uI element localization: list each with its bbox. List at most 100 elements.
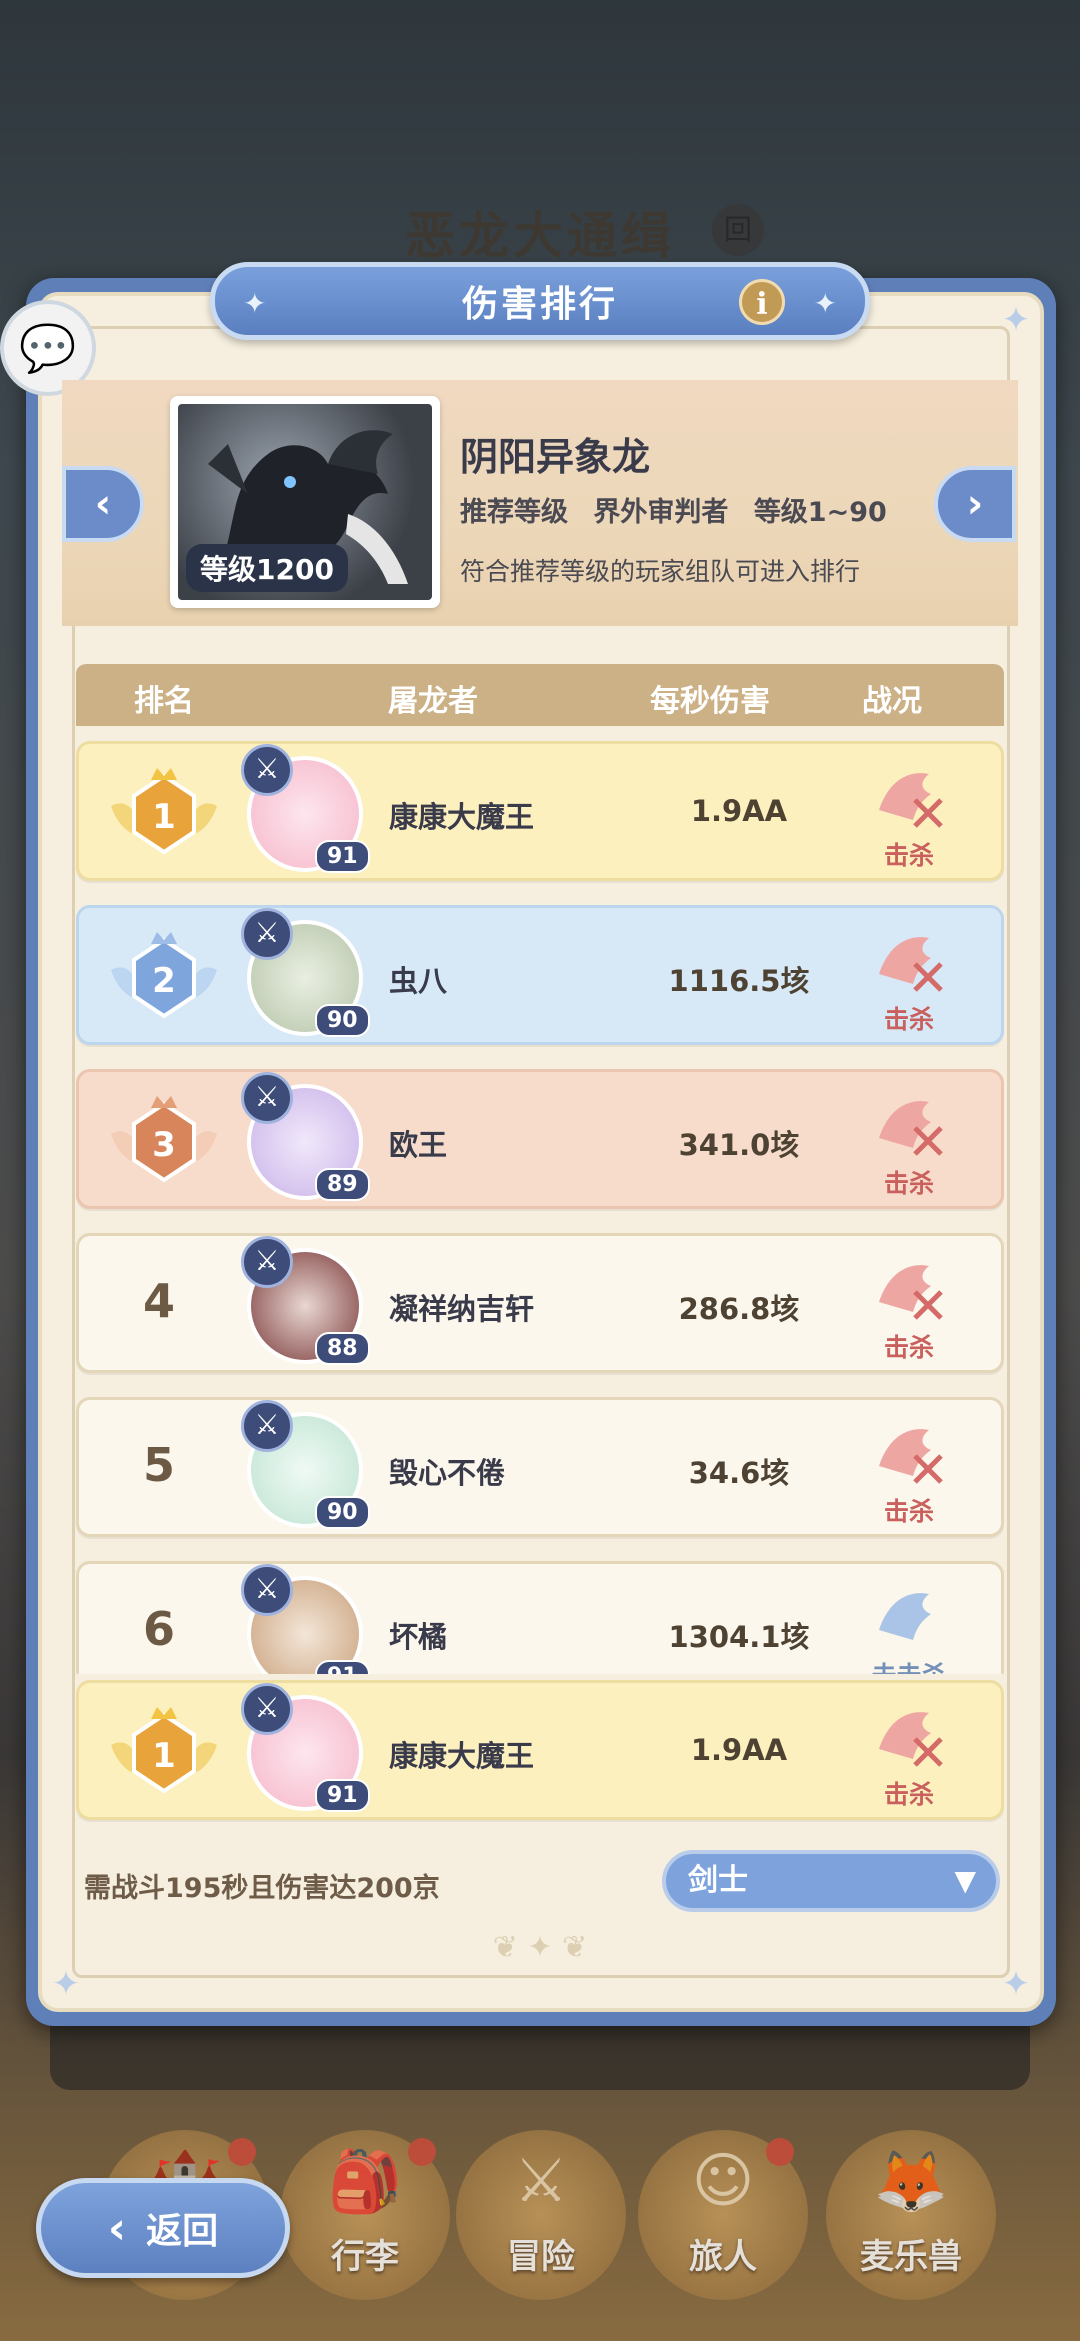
level-badge: 90 xyxy=(315,1004,370,1037)
corner-star-icon: ✦ xyxy=(1001,300,1031,340)
notification-dot xyxy=(228,2138,256,2166)
corner-star-icon: ✦ xyxy=(51,1964,81,2004)
nav-pets[interactable]: 🦊 麦乐兽 xyxy=(826,2130,996,2300)
modal-title-plate: ✦ 伤害排行 i ✦ xyxy=(210,262,870,340)
table-row[interactable]: 5 ⚔ 90 毁心不倦 34.6垓 击杀 xyxy=(76,1397,1004,1537)
nav-label: 麦乐兽 xyxy=(860,2237,962,2277)
my-rank-number: 1 xyxy=(152,1736,176,1776)
level-badge: 90 xyxy=(315,1496,370,1529)
back-label: 返回 xyxy=(146,2211,219,2252)
dragon-killed-icon xyxy=(879,1101,943,1156)
player-name: 康康大魔王 xyxy=(389,800,535,834)
crossed-swords-icon: ⚔ xyxy=(514,2146,568,2216)
silver-medal-icon: 2 xyxy=(111,932,217,1019)
recommend-class: 界外审判者 xyxy=(593,497,729,528)
dps-value: 1.9AA xyxy=(690,794,788,828)
fox-icon: 🦊 xyxy=(873,2147,949,2217)
notification-dot xyxy=(408,2138,436,2166)
level-badge: 91 xyxy=(315,840,370,873)
class-select[interactable]: 剑士 ▼ xyxy=(662,1850,1000,1912)
status-label: 击杀 xyxy=(883,1333,934,1362)
prev-boss-button[interactable]: ‹ xyxy=(62,466,144,542)
ranking-list[interactable]: 1 ⚔ 91 康康大魔王 1.9AA 击杀 2 ⚔ 90 虫八 1116.5垓 … xyxy=(62,726,1018,1674)
header-dps: 每秒伤害 xyxy=(650,684,770,719)
nav-label: 行李 xyxy=(331,2237,399,2277)
dragon-killed-icon xyxy=(879,1265,943,1320)
status-label: 击杀 xyxy=(883,841,934,870)
nav-travelers[interactable]: ☺ 旅人 xyxy=(638,2130,808,2300)
boss-image: 等级1200 xyxy=(178,404,432,600)
bronze-medal-icon: 3 xyxy=(111,1096,217,1183)
status-label: 未击杀 xyxy=(849,1656,969,1674)
dragon-alive-icon xyxy=(879,1593,931,1640)
dps-value: 1116.5垓 xyxy=(668,964,810,998)
player-name: 凝祥纳吉轩 xyxy=(389,1292,535,1326)
corner-star-icon: ✦ xyxy=(1001,1964,1031,2004)
status-label: 击杀 xyxy=(883,1780,934,1809)
nav-label: 冒险 xyxy=(507,2237,575,2277)
modal-title: 伤害排行 xyxy=(461,284,618,325)
svg-text:1: 1 xyxy=(152,797,176,837)
header-status: 战况 xyxy=(862,684,922,719)
dragon-killed-icon xyxy=(879,773,943,828)
sword-class-icon: ⚔ xyxy=(241,1072,293,1124)
player-name: 虫八 xyxy=(389,964,448,998)
sword-class-icon: ⚔ xyxy=(241,1400,293,1452)
rank-number: 4 xyxy=(142,1274,175,1328)
boss-portrait[interactable]: 等级1200 xyxy=(170,396,440,608)
header-slayer: 屠龙者 xyxy=(388,684,478,719)
sparkle-icon: ✦ xyxy=(813,287,837,320)
rank-number: 6 xyxy=(142,1602,175,1656)
back-button[interactable]: ‹ 返回 xyxy=(36,2178,290,2278)
class-select-value: 剑士 xyxy=(688,1863,748,1898)
dragon-killed-icon xyxy=(879,937,943,992)
rank-number: 5 xyxy=(142,1438,175,1492)
table-row[interactable]: 3 ⚔ 89 欧王 341.0垓 击杀 xyxy=(76,1069,1004,1209)
level-badge: 88 xyxy=(315,1332,370,1365)
sword-class-icon: ⚔ xyxy=(241,1683,293,1735)
gold-medal-icon: 1 xyxy=(111,1707,217,1794)
table-row[interactable]: 4 ⚔ 88 凝祥纳吉轩 286.8垓 击杀 xyxy=(76,1233,1004,1373)
status-label: 击杀 xyxy=(883,1005,934,1034)
next-boss-button[interactable]: › xyxy=(934,466,1016,542)
level-badge: 89 xyxy=(315,1168,370,1201)
svg-text:3: 3 xyxy=(152,1125,176,1165)
level-badge: 91 xyxy=(315,1660,370,1674)
sword-class-icon: ⚔ xyxy=(241,908,293,960)
status-label: 击杀 xyxy=(883,1169,934,1198)
header-rank: 排名 xyxy=(134,684,194,719)
dps-value: 34.6垓 xyxy=(688,1456,790,1490)
nav-adventure[interactable]: ⚔ 冒险 xyxy=(456,2130,626,2300)
recommend-range: 等级1~90 xyxy=(753,497,887,528)
dps-value: 341.0垓 xyxy=(678,1128,800,1162)
table-row[interactable]: 1 ⚔ 91 康康大魔王 1.9AA 击杀 xyxy=(76,741,1004,881)
recommend-label: 推荐等级 xyxy=(460,497,568,528)
sword-class-icon: ⚔ xyxy=(241,1564,293,1616)
nav-bag[interactable]: 🎒 行李 xyxy=(280,2130,450,2300)
gold-medal-icon: 1 xyxy=(111,768,217,855)
player-name: 欧王 xyxy=(389,1128,448,1162)
dps-value: 1.9AA xyxy=(690,1733,788,1767)
dps-value: 1304.1垓 xyxy=(668,1620,810,1654)
ornament-icon: ❦ ✦ ❦ xyxy=(492,1930,588,1965)
info-icon[interactable]: i xyxy=(739,279,785,325)
sword-class-icon: ⚔ xyxy=(241,1236,293,1288)
table-row[interactable]: 2 ⚔ 90 虫八 1116.5垓 击杀 xyxy=(76,905,1004,1045)
my-rank-row[interactable]: 1 ⚔ 91 康康大魔王 1.9AA 击杀 xyxy=(76,1680,1004,1820)
sparkle-icon: ✦ xyxy=(243,287,267,320)
level-badge: 91 xyxy=(315,1779,370,1812)
dragon-killed-icon xyxy=(879,1429,943,1484)
dps-value: 286.8垓 xyxy=(678,1292,800,1326)
player-name: 康康大魔王 xyxy=(389,1739,535,1773)
notification-dot xyxy=(766,2138,794,2166)
table-row[interactable]: 6 ⚔ 91 坏橘 1304.1垓 未击杀 xyxy=(76,1561,1004,1674)
boss-name: 阴阳异象龙 xyxy=(460,435,651,479)
player-name: 毁心不倦 xyxy=(389,1456,506,1490)
svg-text:2: 2 xyxy=(152,961,176,1001)
player-name: 坏橘 xyxy=(389,1620,448,1654)
boss-level-badge: 等级1200 xyxy=(186,544,348,592)
ranking-table-header: 排名 屠龙者 每秒伤害 战况 xyxy=(76,664,1004,726)
ranking-note: 符合推荐等级的玩家组队可进入排行 xyxy=(460,557,861,586)
caret-down-icon: ▼ xyxy=(954,1864,976,1897)
boss-recommendation: 推荐等级 界外审判者 等级1~90 xyxy=(460,490,903,529)
